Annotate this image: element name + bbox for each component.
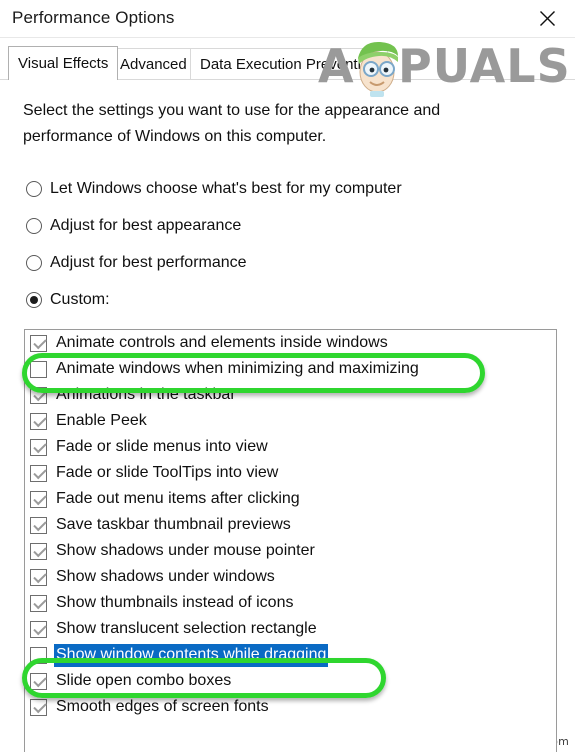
checkbox-checked-icon[interactable] xyxy=(30,490,47,508)
close-icon[interactable] xyxy=(527,2,567,34)
radio-label: Custom: xyxy=(50,291,110,308)
effects-list-item-label: Fade out menu items after clicking xyxy=(56,489,300,507)
radio-best-performance[interactable]: Adjust for best performance xyxy=(26,254,247,272)
radio-let-windows-choose[interactable]: Let Windows choose what's best for my co… xyxy=(26,180,402,198)
effects-list-item[interactable]: Show thumbnails instead of icons xyxy=(25,590,556,616)
checkbox-checked-icon[interactable] xyxy=(30,672,47,690)
effects-list-item[interactable]: Show shadows under mouse pointer xyxy=(25,538,556,564)
checkbox-checked-icon[interactable] xyxy=(30,542,47,560)
radio-indicator[interactable] xyxy=(26,181,42,197)
performance-options-dialog: Performance Options Visual Effects Advan… xyxy=(0,0,575,752)
checkbox-checked-icon[interactable] xyxy=(30,698,47,716)
radio-custom[interactable]: Custom: xyxy=(26,291,110,309)
checkbox-checked-icon[interactable] xyxy=(30,386,47,404)
effects-list-item[interactable]: Enable Peek xyxy=(25,408,556,434)
description-text: Select the settings you want to use for … xyxy=(23,102,441,145)
effects-list-item[interactable]: Animations in the taskbar xyxy=(25,382,556,408)
checkbox-checked-icon[interactable] xyxy=(30,334,47,352)
page-title: Performance Options xyxy=(12,8,175,27)
checkbox-checked-icon[interactable] xyxy=(30,438,47,456)
effects-list-item-label: Show thumbnails instead of icons xyxy=(56,593,294,611)
effects-list-item[interactable]: Show shadows under windows xyxy=(25,564,556,590)
checkbox-checked-icon[interactable] xyxy=(30,568,47,586)
effects-list-item-label: Show window contents while dragging xyxy=(54,643,329,667)
effects-list-item-label: Slide open combo boxes xyxy=(56,671,232,689)
checkbox-checked-icon[interactable] xyxy=(30,594,47,612)
tab-advanced[interactable]: Advanced xyxy=(110,48,197,79)
checkbox-checked-icon[interactable] xyxy=(30,516,47,534)
checkbox-checked-icon[interactable] xyxy=(30,412,47,430)
tab-label: Data Execution Prevention xyxy=(200,55,378,73)
effects-list-item-label: Show shadows under mouse pointer xyxy=(56,541,315,559)
visual-effects-listbox[interactable]: Animate controls and elements inside win… xyxy=(24,329,557,752)
checkbox-checked-icon[interactable] xyxy=(30,464,47,482)
tab-visual-effects[interactable]: Visual Effects xyxy=(8,46,119,80)
checkbox-unchecked-icon[interactable] xyxy=(30,646,47,664)
effects-list-item[interactable]: Show window contents while dragging xyxy=(25,642,556,668)
effects-list-item[interactable]: Fade out menu items after clicking xyxy=(25,486,556,512)
effects-list-item[interactable]: Fade or slide menus into view xyxy=(25,434,556,460)
effects-list-item-label: Enable Peek xyxy=(56,411,147,429)
effects-list-item[interactable]: Save taskbar thumbnail previews xyxy=(25,512,556,538)
radio-best-appearance[interactable]: Adjust for best appearance xyxy=(26,217,241,235)
radio-indicator[interactable] xyxy=(26,255,42,271)
effects-list-item[interactable]: Show translucent selection rectangle xyxy=(25,616,556,642)
effects-list-item-label: Show shadows under windows xyxy=(56,567,275,585)
effects-list-item-label: Animate controls and elements inside win… xyxy=(56,333,388,351)
effects-list-item-label: Fade or slide ToolTips into view xyxy=(56,463,279,481)
tab-strip: Visual Effects Advanced Data Execution P… xyxy=(0,38,575,80)
tab-label: Visual Effects xyxy=(18,55,109,72)
effects-list-item-label: Smooth edges of screen fonts xyxy=(56,697,269,715)
effects-list-item-label: Show translucent selection rectangle xyxy=(56,619,317,637)
tab-data-execution-prevention[interactable]: Data Execution Prevention xyxy=(190,48,388,79)
effects-list-item-label: Save taskbar thumbnail previews xyxy=(56,515,291,533)
effects-list-item[interactable]: Slide open combo boxes xyxy=(25,668,556,694)
radio-label: Let Windows choose what's best for my co… xyxy=(50,180,402,197)
radio-indicator[interactable] xyxy=(26,218,42,234)
checkbox-unchecked-icon[interactable] xyxy=(30,360,47,378)
radio-label: Adjust for best appearance xyxy=(50,217,242,234)
effects-list-item-label: Animations in the taskbar xyxy=(56,385,236,403)
tab-label: Advanced xyxy=(120,55,187,73)
title-bar: Performance Options xyxy=(0,0,575,38)
radio-indicator[interactable] xyxy=(26,292,42,308)
effects-list-item[interactable]: Smooth edges of screen fonts xyxy=(25,694,556,720)
radio-label: Adjust for best performance xyxy=(50,254,247,271)
effects-list-item[interactable]: Fade or slide ToolTips into view xyxy=(25,460,556,486)
effects-list-item-label: Animate windows when minimizing and maxi… xyxy=(56,359,419,377)
effects-list-item[interactable]: Animate controls and elements inside win… xyxy=(25,330,556,356)
effects-list-item[interactable]: Animate windows when minimizing and maxi… xyxy=(25,356,556,382)
checkbox-checked-icon[interactable] xyxy=(30,620,47,638)
effects-list-item-label: Fade or slide menus into view xyxy=(56,437,268,455)
